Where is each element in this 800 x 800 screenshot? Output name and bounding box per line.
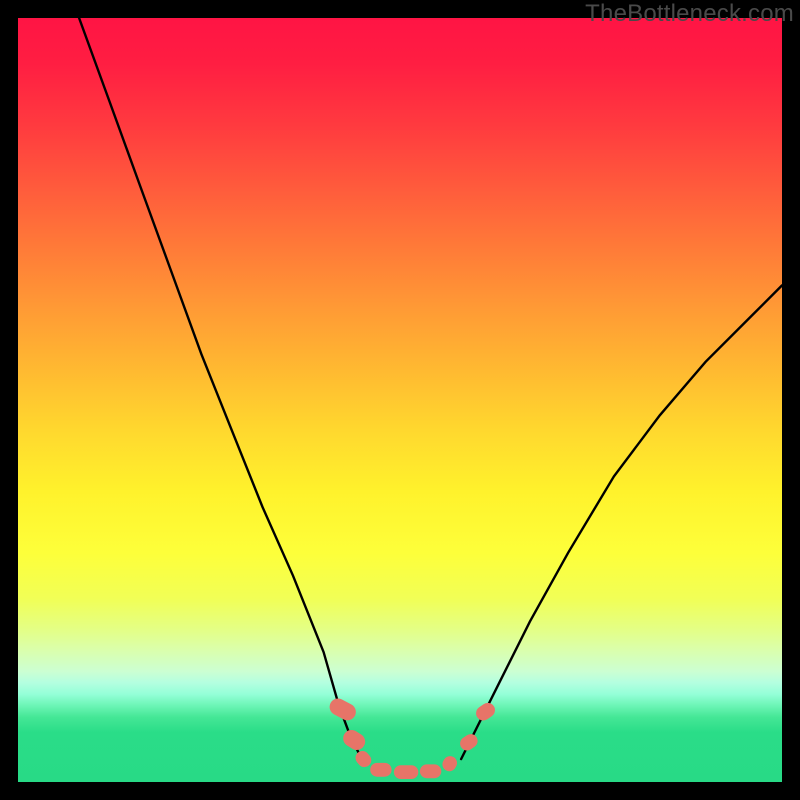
chart-frame [18, 18, 782, 782]
chart-background-gradient [18, 18, 782, 782]
watermark-text: TheBottleneck.com [585, 0, 794, 28]
